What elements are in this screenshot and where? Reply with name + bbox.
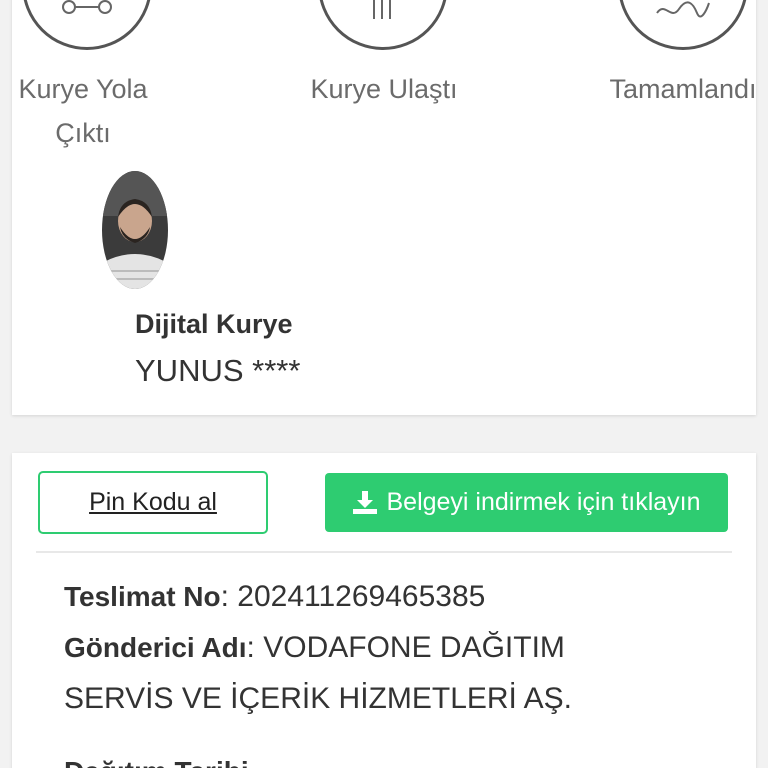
status-card: Kurye Yola Çıktı Kurye Ulaştı Tamamlandı xyxy=(12,0,757,415)
sender-value-line2: SERVİS VE İÇERİK HİZMETLERİ AŞ. xyxy=(64,682,572,715)
sender-row-continued: SERVİS VE İÇERİK HİZMETLERİ AŞ. xyxy=(64,676,572,722)
download-icon xyxy=(353,490,378,514)
step-circle xyxy=(318,0,448,50)
courier-title: Dijital Kurye xyxy=(135,309,293,339)
sender-label: Gönderici Adı xyxy=(64,632,247,663)
scooter-icon xyxy=(62,0,112,14)
fork-icon xyxy=(373,0,391,19)
download-label: Belgeyi indirmek için tıklayın xyxy=(386,488,701,516)
step-label: Tamamlandı xyxy=(609,74,757,104)
step-label: Kurye Ulaştı xyxy=(310,74,458,104)
avatar xyxy=(102,171,168,289)
download-document-button[interactable]: Belgeyi indirmek için tıklayın xyxy=(325,473,728,532)
delivery-card: Pin Kodu al Belgeyi indirmek için tıklay… xyxy=(12,453,756,768)
delivery-number-label: Teslimat No xyxy=(64,581,221,612)
delivery-number-row: Teslimat No: 202411269465385 xyxy=(64,580,486,613)
pin-code-button[interactable]: Pin Kodu al xyxy=(38,471,268,534)
sender-row: Gönderici Adı: VODAFONE DAĞITIM xyxy=(64,631,565,664)
step-circle xyxy=(22,0,152,50)
delivery-number-value: 202411269465385 xyxy=(237,580,486,613)
step-label: Kurye Yola Çıktı xyxy=(18,74,148,148)
sender-value-line1: VODAFONE DAĞITIM xyxy=(263,631,565,664)
next-row-partial: Dağıtım Tarihi xyxy=(64,749,249,768)
divider xyxy=(36,551,732,553)
courier-name: YUNUS **** xyxy=(135,353,301,388)
step-circle xyxy=(618,0,748,50)
signature-icon xyxy=(656,1,710,18)
next-label-partial: Dağıtım Tarihi xyxy=(64,756,249,768)
